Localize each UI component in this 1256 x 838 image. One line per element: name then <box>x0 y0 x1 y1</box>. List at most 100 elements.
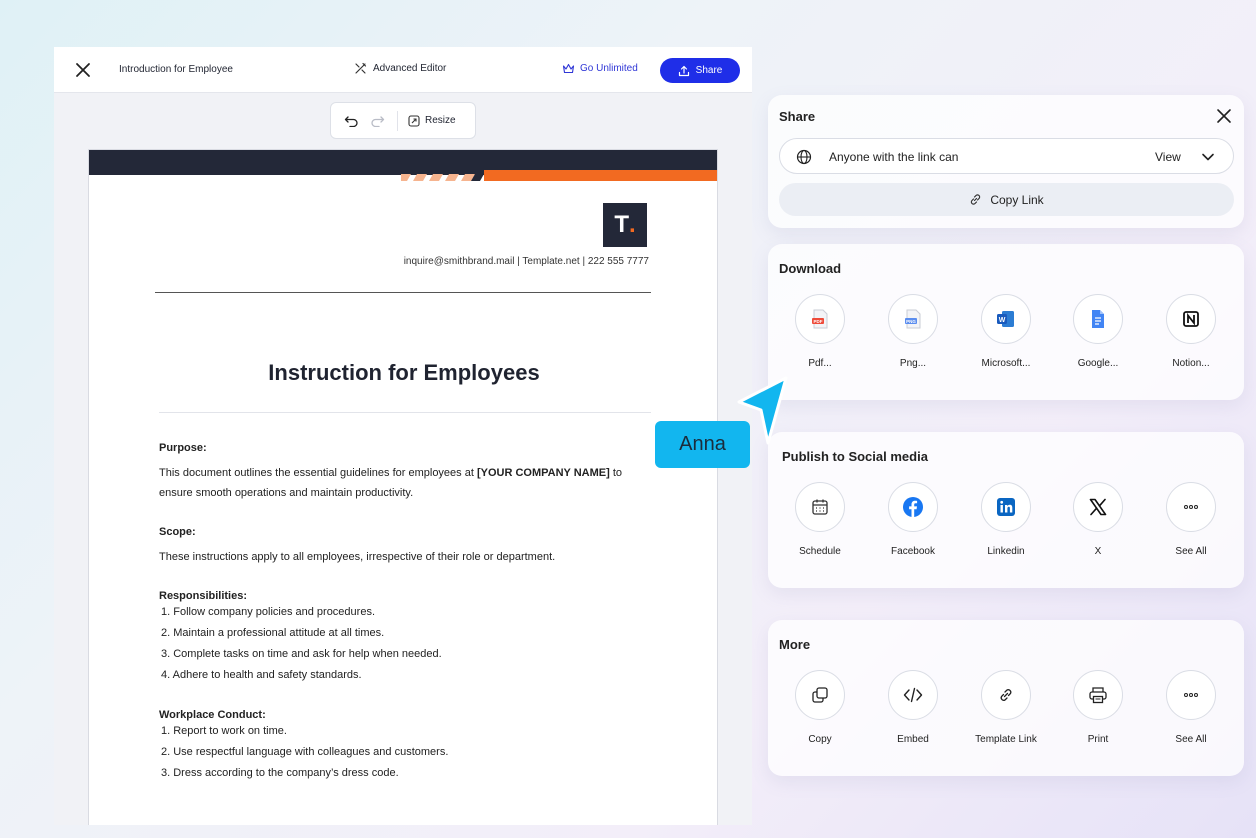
resize-icon <box>408 114 420 127</box>
resize-label: Resize <box>425 115 456 126</box>
png-file-icon: PNG <box>905 309 921 329</box>
company-logo: T. <box>603 203 647 247</box>
advanced-editor-button[interactable]: Advanced Editor <box>354 62 446 75</box>
see-all-more-button[interactable]: See All <box>1146 670 1236 745</box>
share-panel-title: Share <box>779 109 816 124</box>
copy-label: Copy <box>808 734 832 745</box>
x-icon <box>1089 498 1107 516</box>
copy-button[interactable]: Copy <box>775 670 865 745</box>
list-item: 2. Use respectful language with colleagu… <box>161 746 449 758</box>
header-accent-bar <box>484 170 717 181</box>
edit-toolbar: Resize <box>330 102 476 139</box>
x-button[interactable]: X <box>1053 482 1143 557</box>
notion-icon <box>1183 311 1199 327</box>
link-access-dropdown[interactable]: Anyone with the link can View <box>779 138 1234 174</box>
social-panel: Publish to Social media Schedule Faceboo… <box>768 432 1244 588</box>
globe-icon <box>796 149 812 165</box>
download-google-label: Google... <box>1077 358 1119 369</box>
go-unlimited-label: Go Unlimited <box>580 63 638 74</box>
document-page[interactable]: T. inquire@smithbrand.mail | Template.ne… <box>88 149 718 825</box>
list-item: 4. Adhere to health and safety standards… <box>161 669 362 681</box>
list-item: 1. Report to work on time. <box>161 725 287 737</box>
advanced-editor-label: Advanced Editor <box>373 63 447 74</box>
download-title: Download <box>779 261 842 276</box>
heading-rule <box>159 412 651 413</box>
embed-label: Embed <box>897 734 929 745</box>
resize-button[interactable]: Resize <box>408 114 456 127</box>
crown-icon <box>562 63 575 74</box>
download-pdf-button[interactable]: PDF Pdf... <box>775 294 865 369</box>
svg-text:PDF: PDF <box>814 319 823 324</box>
facebook-icon <box>903 497 923 517</box>
more-dots-icon <box>1184 693 1198 697</box>
download-google-button[interactable]: Google... <box>1053 294 1143 369</box>
download-panel: Download PDF Pdf... PNG Png... W Microso… <box>768 244 1244 400</box>
toolbar-divider <box>397 110 398 131</box>
list-item: 1. Follow company policies and procedure… <box>161 606 376 618</box>
schedule-button[interactable]: Schedule <box>775 482 865 557</box>
responsibilities-title: Responsibilities: <box>159 590 248 602</box>
code-icon <box>903 687 923 703</box>
header-rule <box>155 292 651 293</box>
close-icon[interactable] <box>74 61 92 79</box>
undo-icon[interactable] <box>343 113 359 129</box>
redo-icon[interactable] <box>369 113 385 129</box>
copy-link-label: Copy Link <box>990 192 1044 207</box>
download-microsoft-label: Microsoft... <box>981 358 1031 369</box>
purpose-title: Purpose: <box>159 442 207 454</box>
chevron-down-icon <box>1202 153 1214 161</box>
upload-icon <box>678 65 689 76</box>
editor-topbar: Introduction for Employee Advanced Edito… <box>54 47 752 93</box>
document-title: Introduction for Employee <box>119 64 233 75</box>
download-notion-label: Notion... <box>1172 358 1210 369</box>
tools-icon <box>355 62 367 74</box>
list-item: 2. Maintain a professional attitude at a… <box>161 627 385 639</box>
see-all-social-button[interactable]: See All <box>1146 482 1236 557</box>
download-png-button[interactable]: PNG Png... <box>868 294 958 369</box>
template-link-label: Template Link <box>975 734 1037 745</box>
share-button[interactable]: Share <box>660 58 740 83</box>
x-label: X <box>1094 546 1102 557</box>
facebook-button[interactable]: Facebook <box>868 482 958 557</box>
template-link-button[interactable]: Template Link <box>961 670 1051 745</box>
download-notion-button[interactable]: Notion... <box>1146 294 1236 369</box>
linkedin-button[interactable]: Linkedin <box>961 482 1051 557</box>
print-button[interactable]: Print <box>1053 670 1143 745</box>
close-icon[interactable] <box>1216 108 1232 124</box>
download-options: PDF Pdf... PNG Png... W Microsoft... Goo… <box>768 294 1244 394</box>
printer-icon <box>1089 687 1107 704</box>
link-access-label: Anyone with the link can <box>829 150 959 164</box>
link-icon <box>971 194 981 205</box>
pdf-file-icon: PDF <box>812 309 828 329</box>
document-heading: Instruction for Employees <box>268 360 540 385</box>
copy-icon <box>812 687 828 703</box>
scope-text: These instructions apply to all employee… <box>159 551 556 563</box>
purpose-text: This document outlines the essential gui… <box>159 467 623 499</box>
see-all-label: See All <box>1175 546 1207 557</box>
list-item: 3. Complete tasks on time and ask for he… <box>161 648 442 660</box>
more-dots-icon <box>1184 505 1198 509</box>
print-label: Print <box>1087 734 1109 745</box>
download-pdf-label: Pdf... <box>808 358 832 369</box>
social-title: Publish to Social media <box>782 449 928 464</box>
contact-info: inquire@smithbrand.mail | Template.net |… <box>403 256 649 267</box>
share-panel: Share Anyone with the link can View Copy… <box>768 95 1244 228</box>
svg-text:PNG: PNG <box>906 319 916 324</box>
download-microsoft-button[interactable]: W Microsoft... <box>961 294 1051 369</box>
editor-window: Introduction for Employee Advanced Edito… <box>54 47 752 825</box>
header-stripes <box>401 174 484 181</box>
linkedin-label: Linkedin <box>987 546 1025 557</box>
calendar-icon <box>812 499 828 515</box>
microsoft-word-icon: W <box>997 311 1014 327</box>
share-label: Share <box>695 65 723 76</box>
schedule-label: Schedule <box>799 546 841 557</box>
more-panel: More Copy Embed Template Link Print See … <box>768 620 1244 776</box>
social-options: Schedule Facebook Linkedin X See All <box>768 482 1244 582</box>
go-unlimited-button[interactable]: Go Unlimited <box>562 63 638 74</box>
workplace-conduct-title: Workplace Conduct: <box>159 709 266 721</box>
scope-title: Scope: <box>159 526 196 538</box>
copy-link-button[interactable]: Copy Link <box>779 183 1234 216</box>
embed-button[interactable]: Embed <box>868 670 958 745</box>
collaborator-name-tag: Anna <box>655 421 750 468</box>
list-item: 3. Dress according to the company’s dres… <box>161 767 399 779</box>
